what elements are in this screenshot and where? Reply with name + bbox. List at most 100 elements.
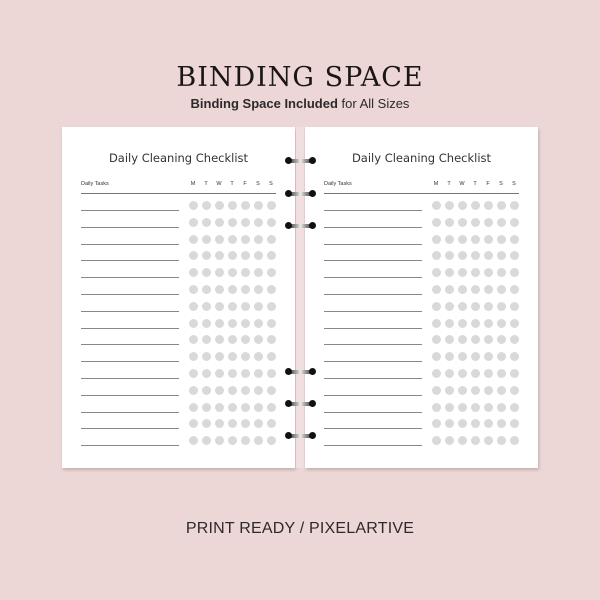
day-check-circle[interactable] (240, 318, 250, 328)
task-entry-line[interactable] (81, 210, 179, 211)
day-check-circle[interactable] (214, 402, 224, 412)
task-entry-line[interactable] (81, 310, 179, 312)
day-check-circle[interactable] (444, 436, 454, 446)
day-check-circle[interactable] (444, 368, 454, 378)
day-check-circle[interactable] (496, 368, 506, 378)
day-check-circle[interactable] (483, 385, 493, 395)
day-check-circle[interactable] (444, 268, 454, 278)
day-check-circle[interactable] (496, 335, 506, 345)
day-check-circle[interactable] (509, 368, 519, 378)
day-check-circle[interactable] (266, 352, 276, 362)
day-check-circle[interactable] (253, 335, 263, 345)
day-check-circle[interactable] (444, 318, 454, 328)
day-check-circle[interactable] (431, 402, 441, 412)
day-check-circle[interactable] (457, 385, 467, 395)
task-entry-line[interactable] (81, 428, 179, 430)
task-entry-line[interactable] (81, 344, 179, 346)
day-check-circle[interactable] (227, 368, 237, 378)
day-check-circle[interactable] (431, 385, 441, 395)
day-check-circle[interactable] (431, 352, 441, 362)
day-check-circle[interactable] (188, 301, 198, 311)
task-entry-line[interactable] (324, 344, 422, 346)
day-check-circle[interactable] (240, 352, 250, 362)
day-check-circle[interactable] (496, 318, 506, 328)
day-check-circle[interactable] (188, 385, 198, 395)
day-check-circle[interactable] (227, 201, 237, 210)
day-check-circle[interactable] (470, 234, 480, 244)
day-check-circle[interactable] (214, 268, 224, 278)
day-check-circle[interactable] (201, 284, 211, 294)
task-entry-line[interactable] (81, 361, 179, 363)
day-check-circle[interactable] (201, 335, 211, 345)
day-check-circle[interactable] (509, 251, 519, 261)
day-check-circle[interactable] (188, 352, 198, 362)
day-check-circle[interactable] (188, 335, 198, 345)
day-check-circle[interactable] (266, 217, 276, 227)
task-entry-line[interactable] (81, 277, 179, 279)
day-check-circle[interactable] (201, 368, 211, 378)
day-check-circle[interactable] (253, 352, 263, 362)
day-check-circle[interactable] (227, 251, 237, 261)
day-check-circle[interactable] (253, 436, 263, 446)
day-check-circle[interactable] (431, 234, 441, 244)
day-check-circle[interactable] (470, 268, 480, 278)
day-check-circle[interactable] (253, 368, 263, 378)
day-check-circle[interactable] (266, 402, 276, 412)
day-check-circle[interactable] (509, 352, 519, 362)
day-check-circle[interactable] (496, 268, 506, 278)
day-check-circle[interactable] (444, 217, 454, 227)
day-check-circle[interactable] (227, 301, 237, 311)
day-check-circle[interactable] (240, 436, 250, 446)
day-check-circle[interactable] (253, 234, 263, 244)
day-check-circle[interactable] (240, 368, 250, 378)
day-check-circle[interactable] (266, 385, 276, 395)
day-check-circle[interactable] (188, 234, 198, 244)
day-check-circle[interactable] (483, 419, 493, 429)
task-entry-line[interactable] (81, 293, 179, 295)
day-check-circle[interactable] (188, 251, 198, 261)
day-check-circle[interactable] (483, 335, 493, 345)
day-check-circle[interactable] (431, 419, 441, 429)
day-check-circle[interactable] (188, 268, 198, 278)
day-check-circle[interactable] (483, 284, 493, 294)
day-check-circle[interactable] (483, 436, 493, 446)
day-check-circle[interactable] (509, 268, 519, 278)
day-check-circle[interactable] (266, 201, 276, 210)
day-check-circle[interactable] (444, 385, 454, 395)
day-check-circle[interactable] (496, 301, 506, 311)
day-check-circle[interactable] (227, 234, 237, 244)
day-check-circle[interactable] (201, 217, 211, 227)
day-check-circle[interactable] (201, 436, 211, 446)
day-check-circle[interactable] (509, 402, 519, 412)
day-check-circle[interactable] (240, 284, 250, 294)
day-check-circle[interactable] (457, 217, 467, 227)
day-check-circle[interactable] (470, 201, 480, 210)
day-check-circle[interactable] (470, 335, 480, 345)
day-check-circle[interactable] (266, 251, 276, 261)
day-check-circle[interactable] (201, 352, 211, 362)
day-check-circle[interactable] (444, 284, 454, 294)
day-check-circle[interactable] (214, 436, 224, 446)
day-check-circle[interactable] (227, 352, 237, 362)
day-check-circle[interactable] (470, 419, 480, 429)
day-check-circle[interactable] (227, 385, 237, 395)
day-check-circle[interactable] (227, 268, 237, 278)
day-check-circle[interactable] (266, 268, 276, 278)
day-check-circle[interactable] (457, 402, 467, 412)
task-entry-line[interactable] (324, 411, 422, 413)
day-check-circle[interactable] (188, 419, 198, 429)
day-check-circle[interactable] (266, 368, 276, 378)
day-check-circle[interactable] (457, 201, 467, 210)
day-check-circle[interactable] (214, 419, 224, 429)
day-check-circle[interactable] (496, 352, 506, 362)
day-check-circle[interactable] (431, 436, 441, 446)
task-entry-line[interactable] (324, 361, 422, 363)
day-check-circle[interactable] (240, 402, 250, 412)
day-check-circle[interactable] (201, 402, 211, 412)
day-check-circle[interactable] (509, 318, 519, 328)
day-check-circle[interactable] (188, 368, 198, 378)
day-check-circle[interactable] (240, 217, 250, 227)
day-check-circle[interactable] (483, 368, 493, 378)
day-check-circle[interactable] (457, 419, 467, 429)
day-check-circle[interactable] (201, 201, 211, 210)
